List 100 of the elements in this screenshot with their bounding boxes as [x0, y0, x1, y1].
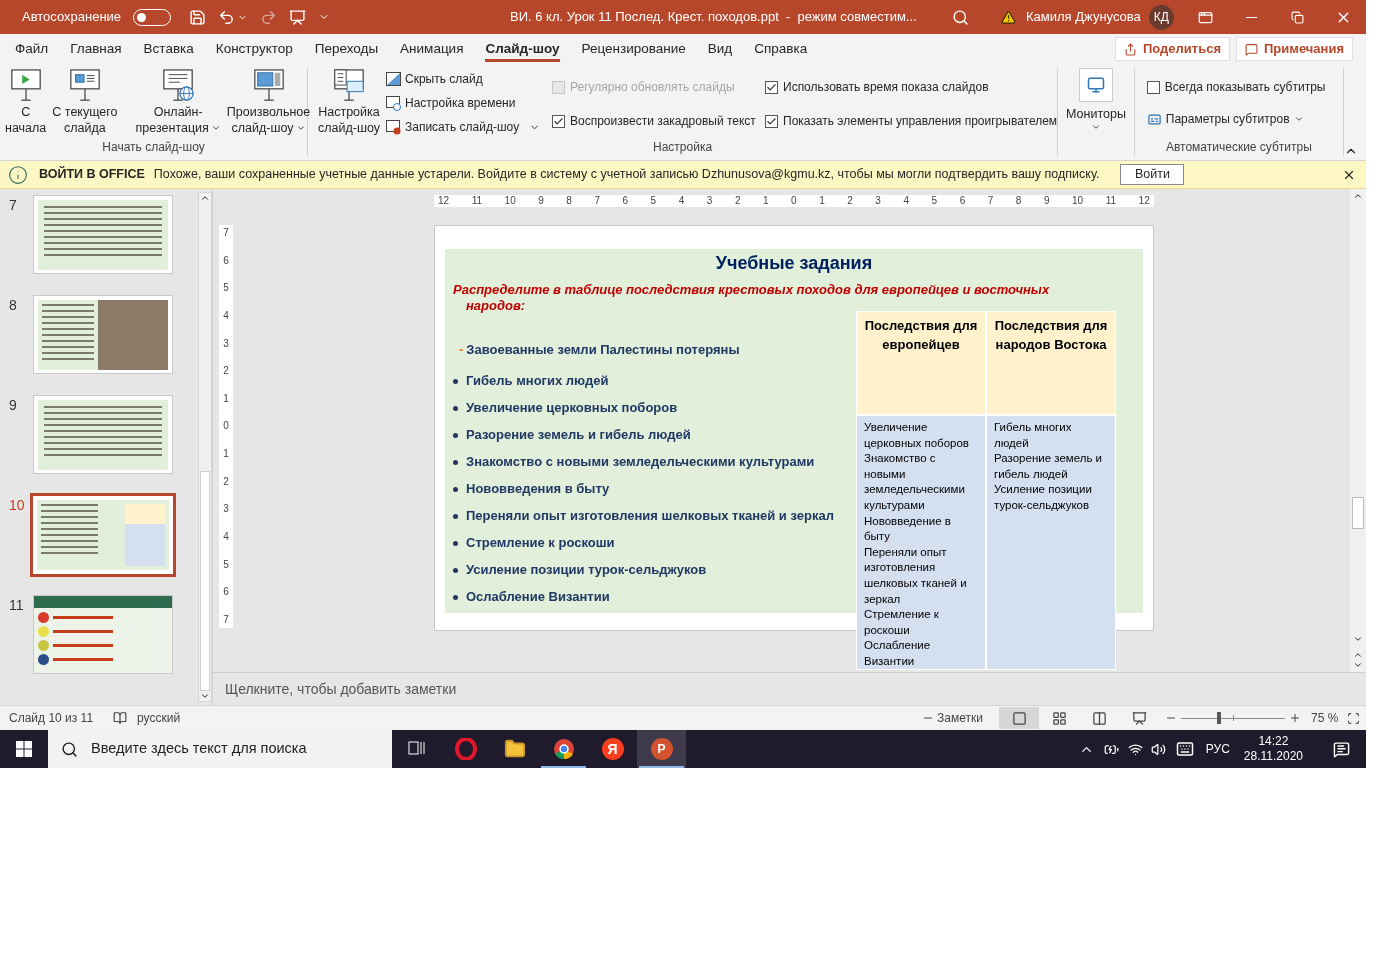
search-icon[interactable] [952, 8, 969, 26]
keyboard-icon[interactable] [1175, 740, 1194, 758]
scrollbar[interactable] [1350, 189, 1366, 672]
sign-in-button[interactable]: Войти [1120, 164, 1185, 185]
slide-thumbnail[interactable] [33, 595, 173, 674]
ruler-number: 0 [791, 195, 797, 207]
ribbon-button[interactable]: Записать слайд-шоу [386, 118, 544, 136]
caret-icon[interactable] [295, 123, 306, 133]
user-avatar[interactable]: КД [1148, 4, 1174, 30]
scroll-up-icon[interactable] [1353, 191, 1363, 201]
ruler-number: 2 [734, 195, 741, 207]
next-slide-icon[interactable] [1353, 660, 1363, 670]
yandex-logo: Я [601, 738, 624, 760]
ribbon-button[interactable]: Онлайн- презентация [134, 68, 222, 136]
presentation-icon[interactable] [289, 8, 307, 26]
list-item: Стремление к роскоши [466, 534, 615, 553]
notes-button[interactable]: Заметки [922, 709, 983, 727]
play-screen-icon [8, 68, 43, 104]
bullet-icon [453, 378, 458, 384]
dash-marker: - [459, 341, 464, 359]
monitors-button[interactable]: Мониторы [1066, 68, 1126, 132]
checkbox[interactable] [1146, 80, 1160, 94]
normal-view-icon [1011, 710, 1027, 726]
ribbon-tab[interactable]: Файл [4, 34, 60, 64]
save-icon[interactable] [189, 8, 207, 26]
ruler-number: 0 [223, 420, 229, 433]
ribbon-tab[interactable]: Вставка [132, 34, 205, 64]
ribbon-button[interactable]: Настройка слайд-шоу [316, 68, 382, 136]
zoom-in-icon[interactable] [1289, 712, 1301, 724]
scroll-up-icon[interactable] [200, 193, 210, 203]
caret-icon[interactable] [1090, 122, 1101, 132]
ribbon-tab[interactable]: Переходы [303, 34, 390, 64]
share-button[interactable]: Поделиться [1114, 37, 1230, 61]
online-screen-icon [161, 68, 196, 104]
list-item: Переняли опыт изготовления шелковых тканей и зеркал [466, 507, 834, 526]
ribbon-tab[interactable]: Анимация [389, 34, 475, 64]
language-label[interactable]: русский [137, 709, 181, 727]
previous-slide-icon[interactable] [1353, 650, 1363, 660]
checkbox-option[interactable]: Использовать время показа слайдов [765, 78, 1058, 96]
ruler-number: 7 [223, 613, 229, 626]
fit-to-window-icon[interactable] [1347, 711, 1360, 725]
taskbar-app[interactable]: Я [588, 730, 637, 768]
checkbox-option[interactable]: Показать элементы управления проигрывателем [765, 112, 1058, 130]
ribbon-tab[interactable]: Вид [696, 34, 744, 64]
slide-thumbnail[interactable] [30, 493, 176, 577]
group-label: Начать слайд-шоу [101, 139, 206, 156]
ribbon-button[interactable]: С текущего слайда [51, 68, 119, 136]
checkbox[interactable] [552, 114, 565, 128]
taskbar-app[interactable]: P [637, 730, 686, 768]
ruler-number: 8 [1015, 195, 1022, 207]
autosave-label: Автосохранение [22, 8, 122, 27]
slide-number: 9 [8, 396, 18, 415]
volume-icon[interactable] [1150, 741, 1166, 757]
caret-icon[interactable] [1293, 114, 1304, 124]
comments-button[interactable]: Примечания [1236, 37, 1353, 61]
slide-thumbnail[interactable] [33, 395, 173, 474]
scroll-thumb[interactable] [200, 471, 210, 691]
book-icon[interactable] [113, 711, 128, 725]
checkbox-option[interactable]: Воспроизвести закадровый текст [552, 112, 757, 130]
zoom-slider-thumb[interactable] [1217, 712, 1222, 724]
scrollbar[interactable] [198, 192, 212, 702]
ribbon-tab[interactable]: Слайд-шоу [474, 34, 571, 64]
minimize-icon [1245, 16, 1257, 18]
ruler-number: 4 [903, 195, 909, 207]
ribbon-button[interactable]: Настройка времени [386, 94, 544, 112]
slide-thumbnail[interactable] [33, 195, 173, 274]
ruler-number: 1 [763, 195, 769, 207]
ribbon-tab[interactable]: Главная [59, 34, 133, 64]
hide-slide-icon [386, 72, 401, 86]
scroll-down-icon[interactable] [1353, 634, 1363, 644]
taskbar-search-field[interactable]: Введите здесь текст для поиска [48, 730, 392, 768]
ruler-number: 6 [622, 195, 629, 207]
input-language[interactable]: РУС [1205, 740, 1230, 758]
ribbon-tab[interactable]: Справка [743, 34, 819, 64]
notifications-icon[interactable] [1333, 740, 1350, 758]
checkbox-option[interactable]: Всегда показывать субтитры [1146, 78, 1343, 96]
ribbon-tab[interactable]: Конструктор [204, 34, 304, 64]
subtitle-settings-button[interactable]: Параметры субтитров [1146, 110, 1343, 128]
ruler-number: 9 [538, 195, 544, 207]
slide-thumbnail[interactable] [33, 295, 173, 374]
checkbox[interactable] [765, 114, 778, 128]
ribbon-button[interactable]: Произвольное слайд-шоу [225, 68, 312, 136]
ribbon-button[interactable]: С начала [4, 68, 48, 136]
caret-icon[interactable] [210, 123, 221, 133]
list-item: Знакомство с новыми земледельческими культурами [466, 453, 815, 472]
wifi-icon[interactable] [1127, 741, 1143, 757]
table-cell-text: Ослабление Византии [864, 638, 932, 669]
view-button[interactable] [999, 707, 1039, 729]
ruler-number: 12 [438, 195, 450, 207]
scroll-down-icon[interactable] [200, 691, 210, 701]
ribbon-button[interactable]: Скрыть слайд [386, 70, 544, 88]
checkbox[interactable] [765, 80, 778, 94]
ribbon-tab[interactable]: Рецензирование [570, 34, 697, 64]
list-item: Нововведения в быту [466, 480, 610, 499]
setup-screen-icon [332, 68, 366, 104]
zoom-level[interactable]: 75 % [1311, 709, 1347, 727]
list-item: Усиление позиции турок-сельджуков [466, 561, 707, 580]
scroll-thumb[interactable] [1352, 497, 1364, 529]
undo-icon[interactable] [218, 8, 236, 26]
clock[interactable]: 14:22 28.11.2020 [1243, 734, 1303, 764]
